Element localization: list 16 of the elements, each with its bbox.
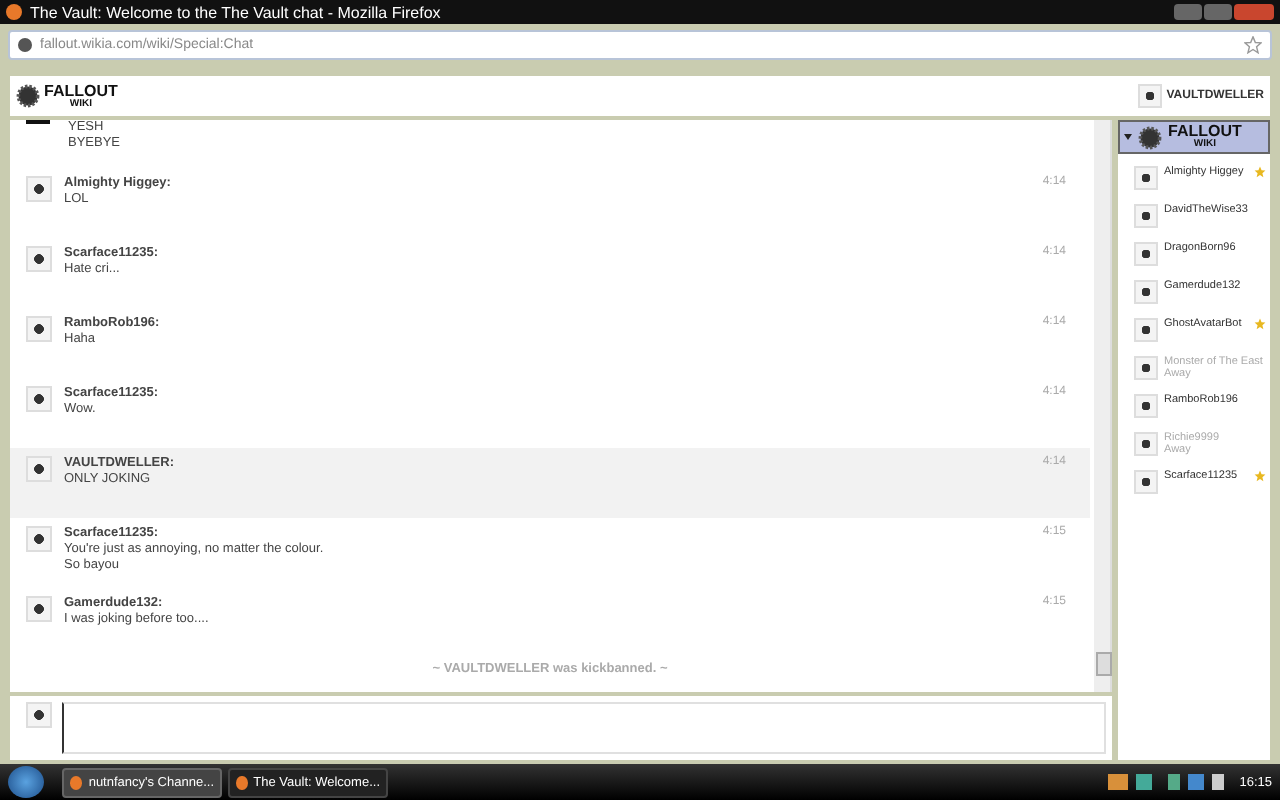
logo-text: FALLOUT xyxy=(1168,124,1242,140)
bookmark-star-icon[interactable] xyxy=(1244,36,1262,54)
message-input[interactable] xyxy=(62,702,1106,754)
gear-icon xyxy=(1138,125,1162,149)
maximize-button[interactable] xyxy=(1204,4,1232,20)
tray-icons[interactable] xyxy=(1107,774,1228,790)
logo-text: FALLOUT xyxy=(44,83,118,99)
minimize-button[interactable] xyxy=(1174,4,1202,20)
collapse-icon xyxy=(1124,134,1132,140)
firefox-icon xyxy=(6,4,22,20)
scrollbar[interactable] xyxy=(1094,120,1110,692)
gear-icon xyxy=(16,84,40,108)
start-button[interactable] xyxy=(8,766,44,798)
window-title: The Vault: Welcome to the The Vault chat - Mozilla Firefox xyxy=(30,3,443,21)
close-button[interactable] xyxy=(1234,4,1274,20)
globe-icon xyxy=(18,38,32,52)
